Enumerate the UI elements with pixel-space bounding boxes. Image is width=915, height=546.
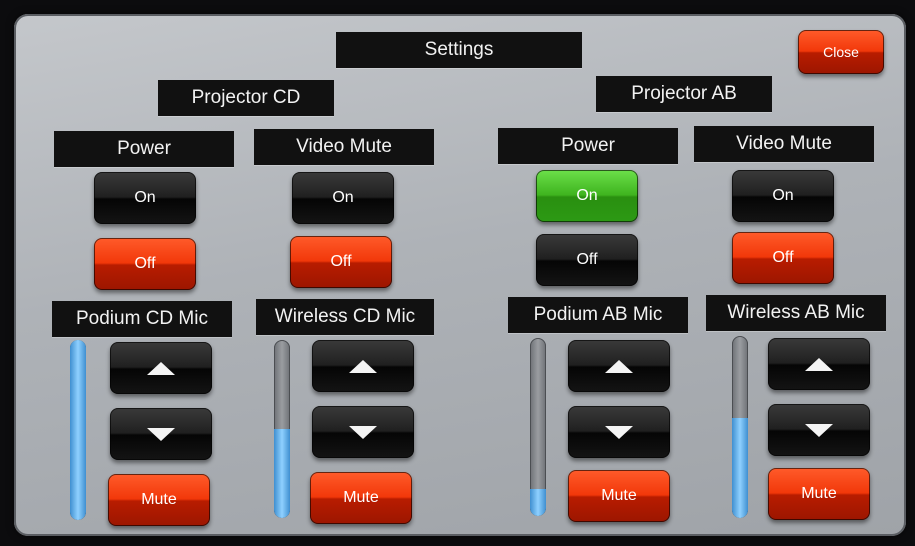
page-title: Settings [336,32,582,68]
settings-panel: Settings Close Projector CD Projector AB… [14,14,906,536]
mic-level-fill [70,340,86,520]
power-off-button-cd[interactable]: Off [94,238,196,290]
video-mute-on-button-cd[interactable]: On [292,172,394,224]
video-mute-label-ab: Video Mute [694,126,874,162]
power-label-ab: Power [498,128,678,164]
video-mute-off-button-cd[interactable]: Off [290,236,392,288]
volume-down-button-wireless-ab[interactable] [768,404,870,456]
volume-up-button-podium-cd[interactable] [110,342,212,394]
close-button[interactable]: Close [798,30,884,74]
mic-label-podium-ab: Podium AB Mic [508,297,688,333]
group-title-projector-ab: Projector AB [596,76,772,112]
video-mute-label-cd: Video Mute [254,129,434,165]
arrow-up-icon [605,359,633,373]
mic-label-podium-cd: Podium CD Mic [52,301,232,337]
video-mute-on-button-ab[interactable]: On [732,170,834,222]
mute-button-podium-cd[interactable]: Mute [108,474,210,526]
arrow-down-icon [805,423,833,437]
power-on-button-ab[interactable]: On [536,170,638,222]
volume-down-button-podium-ab[interactable] [568,406,670,458]
power-label-cd: Power [54,131,234,167]
volume-up-button-wireless-cd[interactable] [312,340,414,392]
mic-level-fill [274,429,290,518]
mic-level-meter-podium-ab [530,338,546,516]
volume-down-button-podium-cd[interactable] [110,408,212,460]
power-off-button-ab[interactable]: Off [536,234,638,286]
mic-label-wireless-cd: Wireless CD Mic [256,299,434,335]
mic-level-meter-podium-cd [70,340,86,520]
mic-level-fill [732,417,748,518]
arrow-up-icon [349,359,377,373]
mute-button-wireless-ab[interactable]: Mute [768,468,870,520]
arrow-down-icon [349,425,377,439]
arrow-up-icon [805,357,833,371]
mic-label-wireless-ab: Wireless AB Mic [706,295,886,331]
mic-level-fill [530,489,546,516]
arrow-down-icon [147,427,175,441]
volume-down-button-wireless-cd[interactable] [312,406,414,458]
volume-up-button-podium-ab[interactable] [568,340,670,392]
group-title-projector-cd: Projector CD [158,80,334,116]
mute-button-podium-ab[interactable]: Mute [568,470,670,522]
power-on-button-cd[interactable]: On [94,172,196,224]
arrow-down-icon [605,425,633,439]
mute-button-wireless-cd[interactable]: Mute [310,472,412,524]
mic-level-meter-wireless-ab [732,336,748,518]
volume-up-button-wireless-ab[interactable] [768,338,870,390]
mic-level-meter-wireless-cd [274,340,290,518]
video-mute-off-button-ab[interactable]: Off [732,232,834,284]
arrow-up-icon [147,361,175,375]
